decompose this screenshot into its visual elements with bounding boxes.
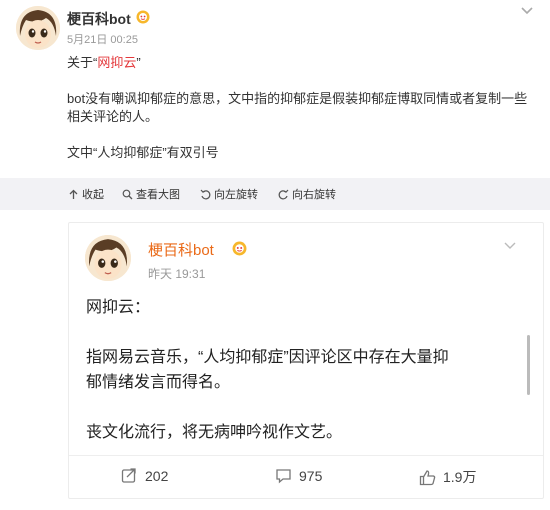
verified-badge-icon (136, 10, 150, 24)
rotate-left-button[interactable]: 向左旋转 (200, 186, 258, 202)
search-icon (122, 189, 133, 199)
like-icon (419, 469, 436, 485)
card-para-3: 丧文化流行，将无病呻吟视作文艺。 (86, 424, 343, 441)
card-action-bar: 202 975 1.9万 (69, 456, 543, 498)
avatar[interactable] (16, 6, 60, 50)
like-count: 1.9万 (443, 469, 477, 485)
repost-count: 202 (145, 467, 169, 484)
comment-count: 975 (299, 467, 323, 484)
author-name[interactable]: 梗百科bot (67, 9, 131, 29)
rotate-right-label: 向右旋转 (292, 189, 336, 201)
scrollbar (527, 335, 530, 395)
avatar (85, 235, 131, 281)
chevron-down-icon[interactable] (520, 6, 534, 16)
topic-link[interactable]: 网抑云 (97, 55, 136, 70)
chevron-down-icon (504, 242, 516, 249)
quote-close: ” (136, 55, 141, 70)
comment-stat: 975 (275, 467, 322, 484)
like-stat: 1.9万 (419, 467, 476, 487)
post-line-3: 相关评论的人。 (67, 109, 159, 124)
rotate-right-icon (278, 189, 289, 199)
rotate-left-icon (200, 189, 211, 199)
card-para-1: 网抑云： (86, 299, 151, 316)
card-body: 网抑云： 指网易云音乐，“人均抑郁症”因评论区中存在大量抑 郁情绪发言而得名。 … (86, 295, 526, 445)
collapse-label: 收起 (82, 189, 104, 201)
embedded-post-card: 梗百科bot 昨天 19:31 网抑云： 指网易云音乐，“人均抑郁症”因评论区中… (68, 222, 544, 499)
post-line-1: 关于“网抑云” (67, 54, 537, 72)
card-post-time: 昨天 19:31 (148, 267, 206, 281)
collapse-button[interactable]: 收起 (68, 186, 104, 202)
post-line-1-prefix: 关于 (67, 55, 94, 70)
media-toolbar: 收起 查看大图 向左旋转 向右旋转 (0, 178, 550, 210)
card-author-name: 梗百科bot (148, 242, 214, 259)
rotate-right-button[interactable]: 向右旋转 (278, 186, 336, 202)
card-para-2a: 指网易云音乐，“人均抑郁症”因评论区中存在大量抑 (86, 349, 449, 366)
repost-icon (121, 468, 136, 483)
rotate-left-label: 向左旋转 (214, 189, 258, 201)
verified-badge-icon (232, 241, 247, 256)
collapse-arrow-icon (69, 189, 78, 199)
post-line-4: 文中“人均抑郁症”有双引号 (67, 145, 219, 160)
comment-icon (276, 469, 291, 484)
view-large-label: 查看大图 (136, 189, 180, 201)
card-para-2b: 郁情绪发言而得名。 (86, 374, 231, 391)
post-body: 关于“网抑云” bot没有嘲讽抑郁症的意思，文中指的抑郁症是假装抑郁症博取同情或… (67, 54, 537, 162)
repost-stat: 202 (121, 467, 168, 484)
view-large-button[interactable]: 查看大图 (122, 186, 180, 202)
post-line-2: bot没有嘲讽抑郁症的意思，文中指的抑郁症是假装抑郁症博取同情或者复制一些 (67, 91, 528, 106)
post-time[interactable]: 5月21日 00:25 (67, 31, 138, 47)
